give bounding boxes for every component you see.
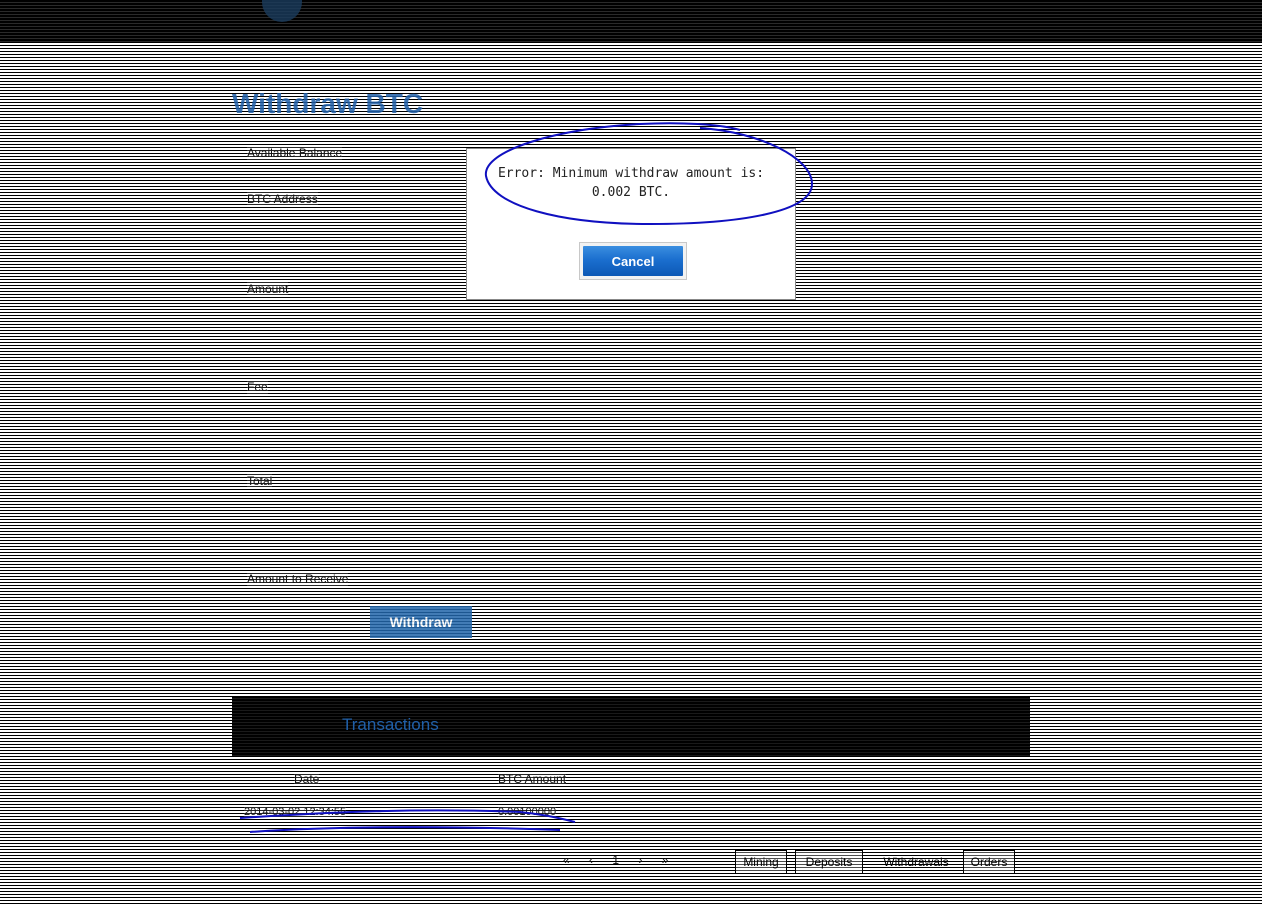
transaction-date-cell: 2014-03-02 12:34:55 [244, 806, 347, 818]
tab-mining[interactable]: Mining [735, 850, 787, 874]
pagination[interactable]: « ‹ 1 › » [563, 853, 676, 867]
column-header-date: Date [294, 772, 320, 786]
amount-label: Amount [247, 282, 289, 296]
withdraw-button[interactable]: Withdraw [370, 606, 472, 638]
fee-label: Fee [247, 380, 268, 394]
cancel-button-label: Cancel [583, 246, 683, 276]
transaction-amount-cell: 0.00100000 [498, 806, 557, 818]
cancel-button[interactable]: Cancel [579, 242, 687, 280]
available-balance-label: Available Balance [247, 146, 343, 160]
column-header-btc-amount: BTC Amount [498, 772, 567, 786]
tab-withdrawals[interactable]: Withdrawals [877, 850, 955, 874]
tab-orders[interactable]: Orders [963, 850, 1015, 874]
transactions-header: Transactions [232, 696, 1030, 756]
error-dialog: Error: Minimum withdraw amount is: 0.002… [466, 148, 796, 300]
total-label: Total [247, 474, 273, 488]
error-message: Error: Minimum withdraw amount is: 0.002… [497, 166, 765, 200]
amount-to-receive-label: Amount to Receive [247, 572, 349, 586]
hand-drawn-annotation [239, 122, 814, 833]
top-navigation-bar [0, 0, 1262, 43]
btc-address-label: BTC Address [247, 192, 318, 206]
page-title: Withdraw BTC [232, 88, 424, 119]
tab-deposits[interactable]: Deposits [795, 850, 863, 874]
transactions-title: Transactions [342, 715, 439, 734]
site-logo[interactable] [262, 0, 302, 22]
